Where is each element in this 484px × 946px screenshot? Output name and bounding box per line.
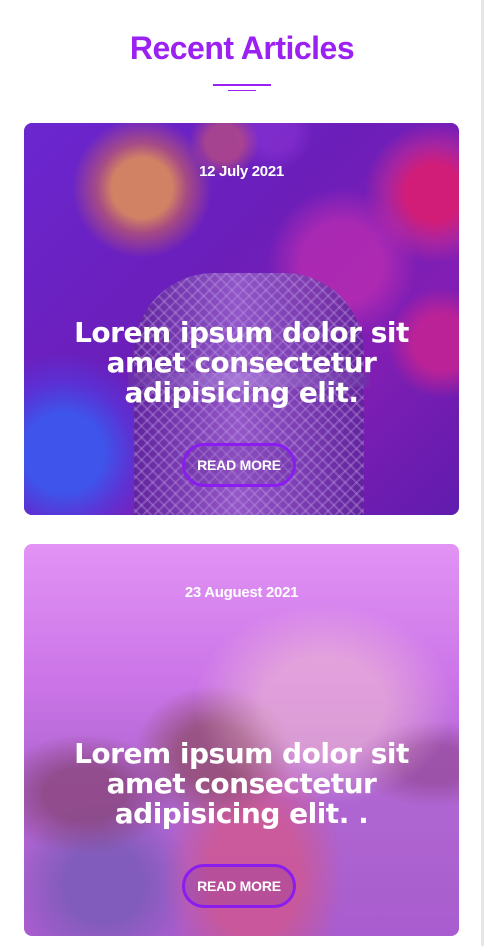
title-divider-accent — [228, 90, 256, 91]
article-card[interactable]: 12 July 2021 Lorem ipsum dolor sit amet … — [24, 123, 459, 515]
read-more-button[interactable]: READ MORE — [182, 864, 296, 908]
section-title: Recent Articles — [129, 30, 355, 66]
article-card[interactable]: 23 Auguest 2021 Lorem ipsum dolor sit am… — [24, 544, 459, 936]
article-date: 23 Auguest 2021 — [184, 584, 299, 601]
title-divider — [213, 84, 271, 86]
article-title[interactable]: Lorem ipsum dolor sit amet consectetur a… — [64, 318, 419, 408]
article-date: 12 July 2021 — [199, 163, 284, 180]
article-title[interactable]: Lorem ipsum dolor sit amet consectetur a… — [64, 739, 419, 829]
read-more-button[interactable]: READ MORE — [182, 443, 296, 487]
